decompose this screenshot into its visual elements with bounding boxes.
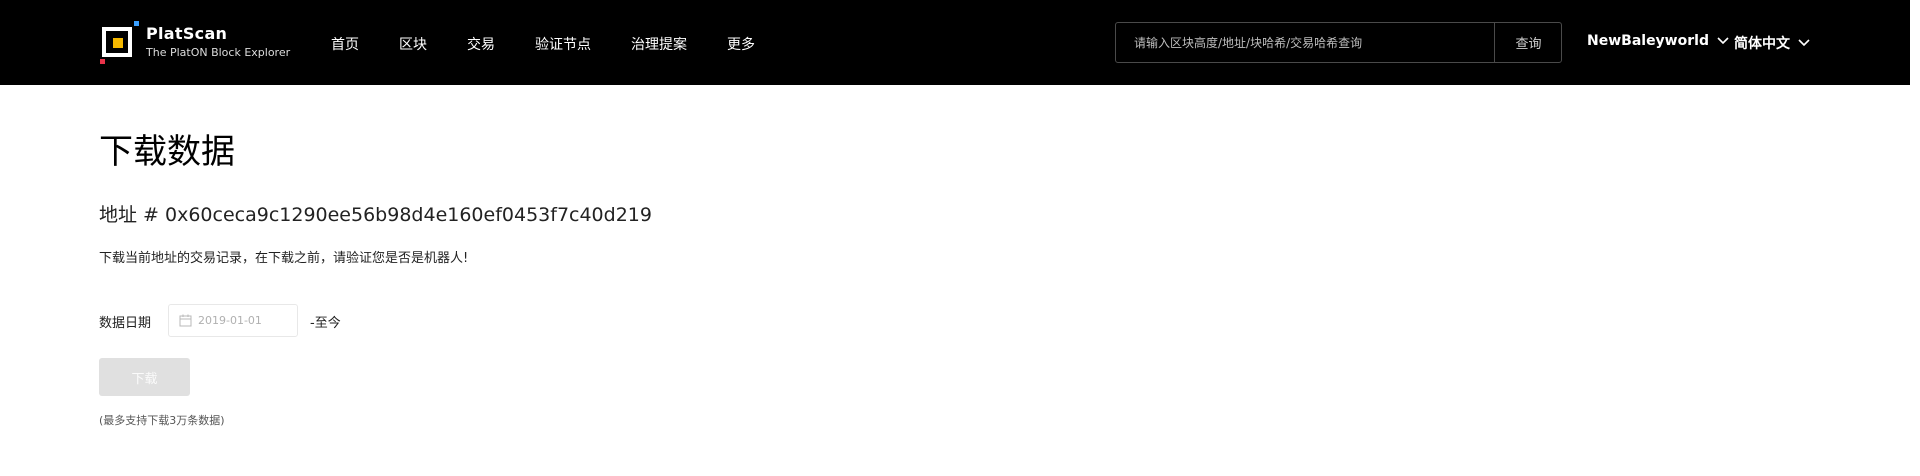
chevron-down-icon	[1717, 37, 1729, 45]
address-line: 地址 # 0x60ceca9c1290ee56b98d4e160ef0453f7…	[99, 204, 652, 226]
download-button[interactable]: 下载	[99, 358, 190, 396]
download-limit-note: (最多支持下载3万条数据)	[99, 414, 225, 427]
brand-subtitle: The PlatON Block Explorer	[146, 46, 291, 59]
language-select[interactable]: 简体中文	[1734, 33, 1810, 53]
logo-dot-blue	[134, 21, 139, 26]
network-select-value: NewBaleyworld	[1587, 33, 1709, 49]
search-box: 查询	[1115, 22, 1562, 63]
search-input[interactable]	[1116, 23, 1494, 62]
nav-item-more[interactable]: 更多	[727, 34, 755, 54]
until-now-label: -至今	[310, 316, 341, 331]
brand-name[interactable]: PlatScan	[146, 24, 227, 43]
calendar-icon	[179, 314, 192, 327]
nav-item-proposals[interactable]: 治理提案	[631, 34, 687, 54]
start-date-picker[interactable]: 2019-01-01	[168, 304, 298, 337]
nav-item-home[interactable]: 首页	[331, 34, 359, 54]
chevron-down-icon	[1798, 39, 1810, 47]
language-select-value: 简体中文	[1734, 36, 1790, 52]
nav-item-blocks[interactable]: 区块	[399, 34, 427, 54]
platscan-logo[interactable]	[100, 21, 142, 65]
search-button[interactable]: 查询	[1494, 23, 1562, 62]
nav-item-validators[interactable]: 验证节点	[535, 34, 591, 54]
page-scrollbar[interactable]	[1910, 0, 1920, 476]
nav-item-transactions[interactable]: 交易	[467, 34, 495, 54]
logo-core-shape	[113, 38, 123, 48]
page-title: 下载数据	[99, 132, 235, 172]
top-header: PlatScan The PlatON Block Explorer 首页 区块…	[0, 0, 1910, 85]
main-nav: 首页 区块 交易 验证节点 治理提案 更多	[331, 34, 795, 54]
date-label: 数据日期	[99, 316, 152, 331]
logo-dot-red	[100, 59, 105, 64]
download-description: 下载当前地址的交易记录，在下载之前，请验证您是否是机器人!	[99, 251, 469, 266]
network-select[interactable]: NewBaleyworld	[1587, 33, 1729, 49]
start-date-value: 2019-01-01	[198, 314, 262, 327]
